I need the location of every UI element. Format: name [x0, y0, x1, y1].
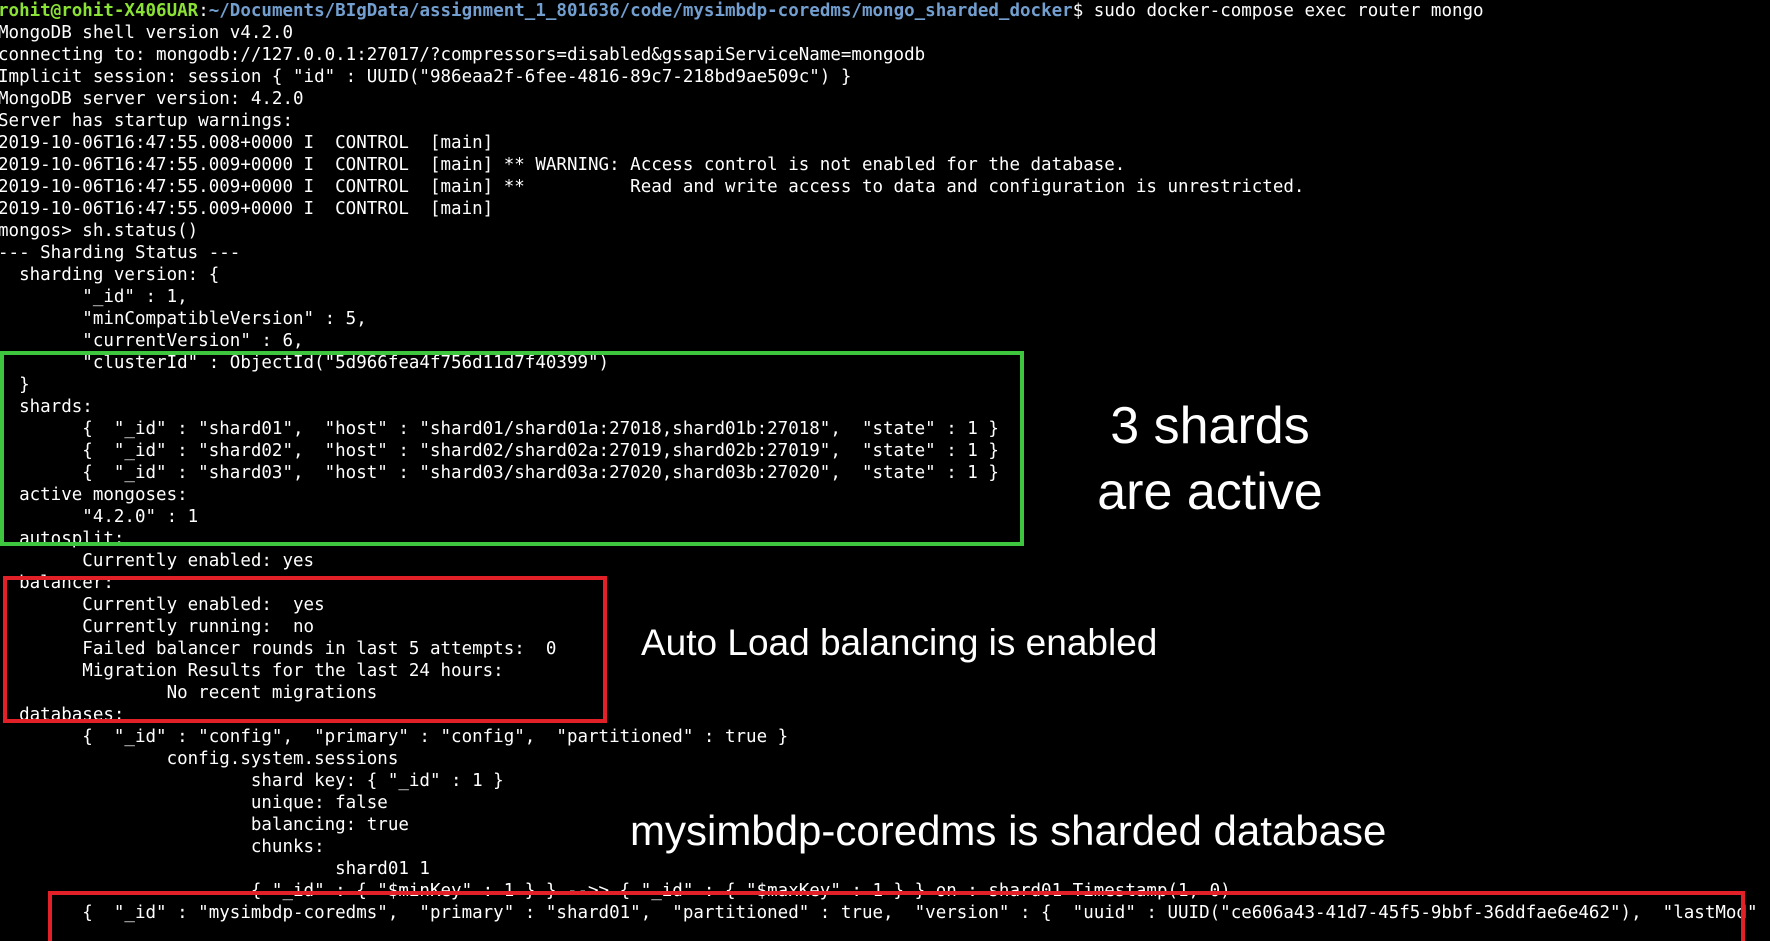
terminal-line: chunks: — [0, 837, 325, 857]
terminal-line: "minCompatibleVersion" : 5, — [0, 309, 367, 329]
shards-highlight-box — [0, 351, 1024, 546]
terminal-line: Implicit session: session { "id" : UUID(… — [0, 67, 852, 87]
prompt-path: ~/Documents/BIgData/assignment_1_801636/… — [208, 1, 1073, 21]
terminal-line: Currently enabled: yes — [0, 551, 315, 571]
sharded-db-highlight-box — [48, 891, 1745, 941]
shards-active-line1: 3 shards — [1110, 397, 1310, 455]
terminal-line: Server has startup warnings: — [0, 111, 294, 131]
terminal-line: MongoDB server version: 4.2.0 — [0, 89, 304, 109]
shards-active-line2: are active — [1097, 463, 1323, 521]
terminal-line: 2019-10-06T16:47:55.009+0000 I CONTROL [… — [0, 155, 1126, 175]
sharded-db-annotation: mysimbdp-coredms is sharded database — [630, 807, 1387, 854]
terminal-line: config.system.sessions — [0, 749, 399, 769]
terminal-line: sharding version: { — [0, 265, 220, 285]
terminal-line: mongos> sh.status() — [0, 221, 199, 241]
shards-active-annotation: 3 shards are active — [1060, 393, 1360, 525]
terminal-line: --- Sharding Status --- — [0, 243, 241, 263]
terminal-line: "currentVersion" : 6, — [0, 331, 304, 351]
terminal-line: "_id" : 1, — [0, 287, 188, 307]
terminal-line: 2019-10-06T16:47:55.009+0000 I CONTROL [… — [0, 199, 494, 219]
balancing-annotation: Auto Load balancing is enabled — [641, 622, 1158, 663]
terminal-line: 2019-10-06T16:47:55.008+0000 I CONTROL [… — [0, 133, 494, 153]
balancer-highlight-box — [3, 576, 607, 723]
prompt-user: rohit@rohit-X406UAR — [0, 1, 199, 21]
terminal-line: { "_id" : "config", "primary" : "config"… — [0, 727, 789, 747]
terminal-line: MongoDB shell version v4.2.0 — [0, 23, 294, 43]
terminal-line: balancing: true — [0, 815, 409, 835]
terminal-line: shard01 1 — [0, 859, 430, 879]
terminal-line: 2019-10-06T16:47:55.009+0000 I CONTROL [… — [0, 177, 1305, 197]
prompt-command: $ sudo docker-compose exec router mongo — [1072, 1, 1484, 21]
terminal-line: unique: false — [0, 793, 388, 813]
prompt-separator: : — [198, 1, 209, 21]
terminal-window[interactable]: rohit@rohit-X406UAR:~/Documents/BIgData/… — [0, 0, 1770, 941]
terminal-line: shard key: { "_id" : 1 } — [0, 771, 504, 791]
shell-prompt-line: rohit@rohit-X406UAR:~/Documents/BIgData/… — [0, 0, 1484, 22]
terminal-line: connecting to: mongodb://127.0.0.1:27017… — [0, 45, 926, 65]
